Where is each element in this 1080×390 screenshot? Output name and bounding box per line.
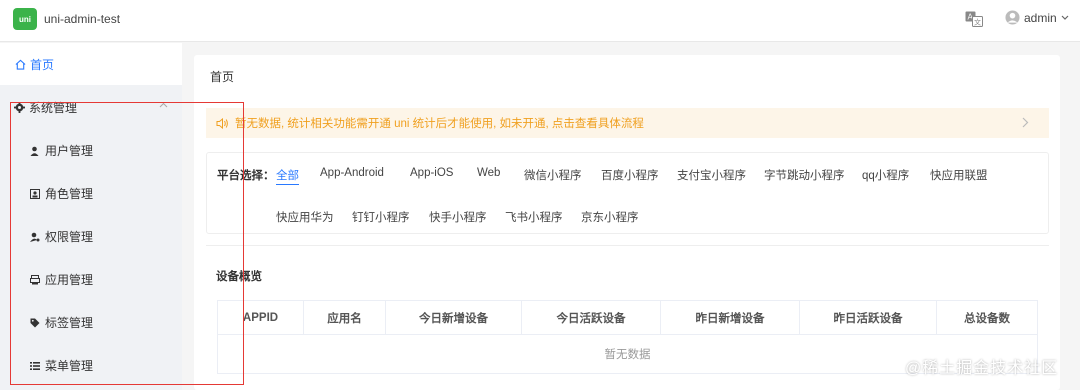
column-header: 应用名 [304,301,386,334]
breadcrumb: 首页 [210,70,235,84]
gear-icon [14,101,25,113]
tab-quickapp-huawei[interactable]: 快应用华为 [276,209,334,225]
tab-weixin[interactable]: 微信小程序 [524,167,582,183]
sidebar-item-tags[interactable]: 标签管理 [0,301,182,344]
sidebar-item-users[interactable]: 用户管理 [0,129,182,172]
chevron-down-icon [1061,15,1069,20]
tab-kuaishou[interactable]: 快手小程序 [429,209,487,225]
tab-quickapp-union[interactable]: 快应用联盟 [930,167,988,183]
user-name: admin [1024,10,1057,25]
sidebar-item-label: 标签管理 [45,316,94,330]
table-header-row: APPID 应用名 今日新增设备 今日活跃设备 昨日新增设备 昨日活跃设备 总设… [218,301,1037,335]
sidebar-item-apps[interactable]: 应用管理 [0,258,182,301]
tab-dingtalk[interactable]: 钉钉小程序 [352,209,410,225]
user-icon [30,146,39,156]
sidebar-item-label: 用户管理 [45,144,94,158]
tab-qq[interactable]: qq小程序 [862,167,909,183]
tab-web[interactable]: Web [477,167,500,179]
tag-icon [30,318,40,327]
tab-toutiao[interactable]: 字节跳动小程序 [764,167,845,183]
svg-text:文: 文 [974,18,981,27]
sidebar-item-permissions[interactable]: 权限管理 [0,215,182,258]
sidebar-section-label: 系统管理 [29,100,78,115]
platform-label: 平台选择： [217,170,275,182]
chevron-up-icon [159,102,168,108]
notice-text: 暂无数据, 统计相关功能需开通 uni 统计后才能使用, 如未开通, 点击查看具… [235,118,644,130]
column-header: 总设备数 [964,312,1010,325]
volume-icon [216,117,228,129]
sidebar-item-label: 菜单管理 [45,359,94,373]
column-header: 昨日新增设备 [661,301,800,334]
chevron-right-icon [1022,117,1029,128]
watermark: @稀土掘金技术社区 [905,360,1059,377]
user-menu[interactable]: admin [1005,10,1069,25]
sidebar-item-label: 角色管理 [45,187,94,201]
tab-feishu[interactable]: 飞书小程序 [505,209,563,225]
menu-list-icon [30,361,40,370]
app-title: uni-admin-test [44,12,121,26]
tab-jd[interactable]: 京东小程序 [581,209,639,225]
platform-selector: 平台选择： 全部 App-Android App-iOS Web 微信小程序 百… [206,152,1049,234]
tab-baidu[interactable]: 百度小程序 [601,167,659,183]
sidebar-item-menus[interactable]: 菜单管理 [0,344,182,387]
sidebar-item-home[interactable]: 首页 [0,43,182,85]
sidebar-item-label: 应用管理 [45,273,94,287]
app-logo[interactable]: uni [13,8,37,30]
main-content: 首页 暂无数据, 统计相关功能需开通 uni 统计后才能使用, 如未开通, 点击… [194,55,1060,390]
language-switch-icon[interactable]: A 文 [965,11,983,27]
role-icon [30,188,40,199]
tab-app-ios[interactable]: App-iOS [410,167,453,179]
top-navbar: uni uni-admin-test A 文 admin [0,0,1080,42]
tab-alipay[interactable]: 支付宝小程序 [677,167,746,183]
column-header: 今日新增设备 [386,301,522,334]
sidebar-item-label: 首页 [30,57,55,72]
stat-notice-bar[interactable]: 暂无数据, 统计相关功能需开通 uni 统计后才能使用, 如未开通, 点击查看具… [206,108,1049,138]
app-icon [30,274,40,284]
section-title: 设备概览 [216,271,262,283]
permission-icon [30,232,40,242]
sidebar-item-label: 权限管理 [45,230,94,244]
sidebar-item-roles[interactable]: 角色管理 [0,172,182,215]
tab-all[interactable]: 全部 [276,167,299,185]
sidebar: 首页 系统管理 用户管理 角色管理 权限管理 应用管理 标签管理 菜单管理 [0,43,182,390]
sidebar-section-system[interactable]: 系统管理 [0,86,182,128]
avatar-icon [1005,10,1020,25]
column-header: 昨日活跃设备 [800,301,937,334]
tab-app-android[interactable]: App-Android [320,167,384,179]
column-header: APPID [218,301,304,334]
column-header: 今日活跃设备 [522,301,661,334]
home-icon [15,59,26,70]
